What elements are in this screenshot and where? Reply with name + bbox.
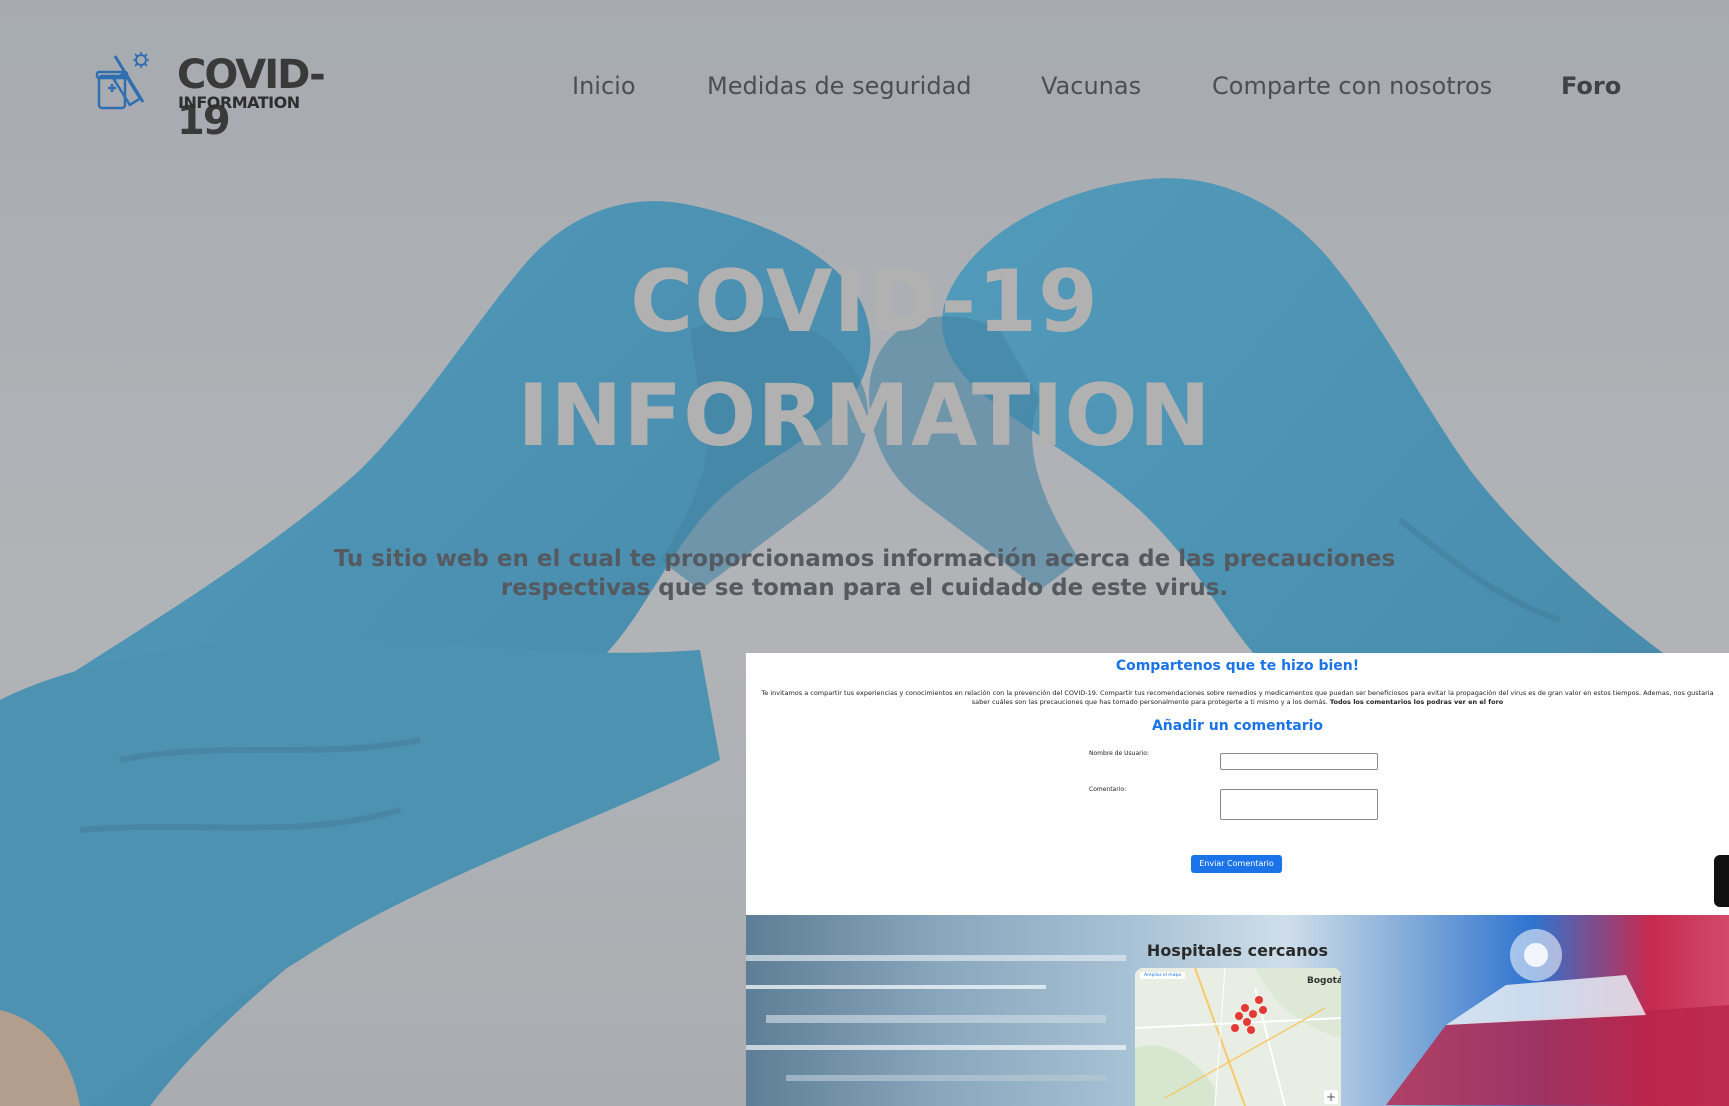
share-intro: Te invitamos a compartir tus experiencia… <box>754 689 1721 706</box>
enlarge-map-button[interactable]: Ampliar el mapa <box>1140 972 1186 979</box>
share-intro-bold: Todos los comentarios los podras ver en … <box>1329 697 1504 706</box>
comment-form-heading: Añadir un comentario <box>1151 718 1324 734</box>
username-input[interactable] <box>1220 753 1378 770</box>
hospitals-map[interactable]: Ampliar el mapa Bogotá + <box>1135 968 1341 1106</box>
nav-item-comparte-con-nosotros[interactable]: Comparte con nosotros <box>1212 72 1492 100</box>
hospitals-heading: Hospitales cercanos <box>1146 941 1329 960</box>
share-intro-text: Te invitamos a compartir tus experiencia… <box>761 689 1714 706</box>
zoom-in-button[interactable]: + <box>1324 1090 1338 1104</box>
share-panel: Compartenos que te hizo bien! Te invitam… <box>746 653 1729 915</box>
map-city-label: Bogotá <box>1307 976 1341 986</box>
nav-item-inicio[interactable]: Inicio <box>572 72 636 100</box>
share-heading: Compartenos que te hizo bien! <box>1115 658 1360 674</box>
nav-item-vacunas[interactable]: Vacunas <box>1041 72 1141 100</box>
nav-item-foro[interactable]: Foro <box>1561 72 1621 100</box>
map-tiles <box>1135 968 1341 1106</box>
hero-title-line2: INFORMATION <box>517 366 1212 466</box>
hospitals-section: Hospitales cercanos Ampliar el mapa Bogo… <box>746 915 1729 1106</box>
hero-title-line1: COVID-19 <box>630 252 1099 352</box>
comment-textarea[interactable] <box>1220 789 1378 820</box>
side-widget-tab[interactable] <box>1714 855 1729 907</box>
username-label: Nombre de Usuario: <box>1089 750 1149 757</box>
main-nav: Inicio Medidas de seguridad Vacunas Comp… <box>0 72 1729 112</box>
comment-label: Comentario: <box>1089 786 1127 793</box>
hero-subtitle: Tu sitio web en el cual te proporcionamo… <box>333 546 1396 601</box>
submit-comment-button[interactable]: Enviar Comentario <box>1191 855 1282 873</box>
nav-item-medidas-de-seguridad[interactable]: Medidas de seguridad <box>707 72 972 100</box>
